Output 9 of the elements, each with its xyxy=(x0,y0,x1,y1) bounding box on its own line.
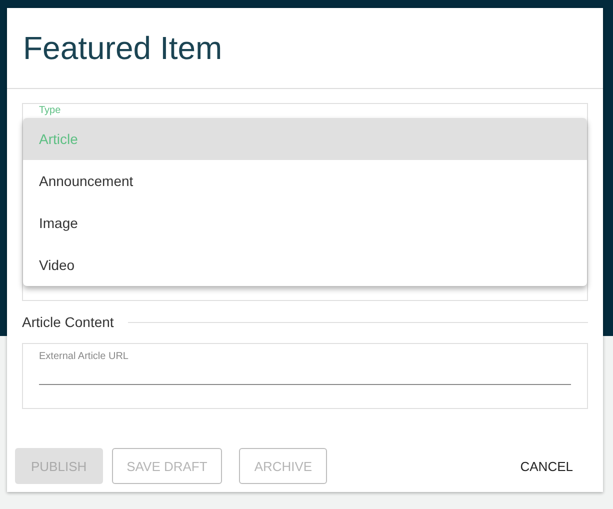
menu-item[interactable]: Image xyxy=(23,202,587,244)
type-field[interactable]: Type Article Announcement Image Video xyxy=(22,103,588,301)
action-button[interactable]: CANCEL xyxy=(506,448,587,484)
input-field[interactable]: External Article URL xyxy=(39,351,571,385)
menu-item[interactable]: Announcement xyxy=(23,160,587,202)
section-title: Article Content xyxy=(22,314,114,330)
dialog-title: Featured Item xyxy=(23,30,222,66)
menu-item[interactable]: Video xyxy=(23,244,587,286)
field-label: Type xyxy=(39,105,61,116)
